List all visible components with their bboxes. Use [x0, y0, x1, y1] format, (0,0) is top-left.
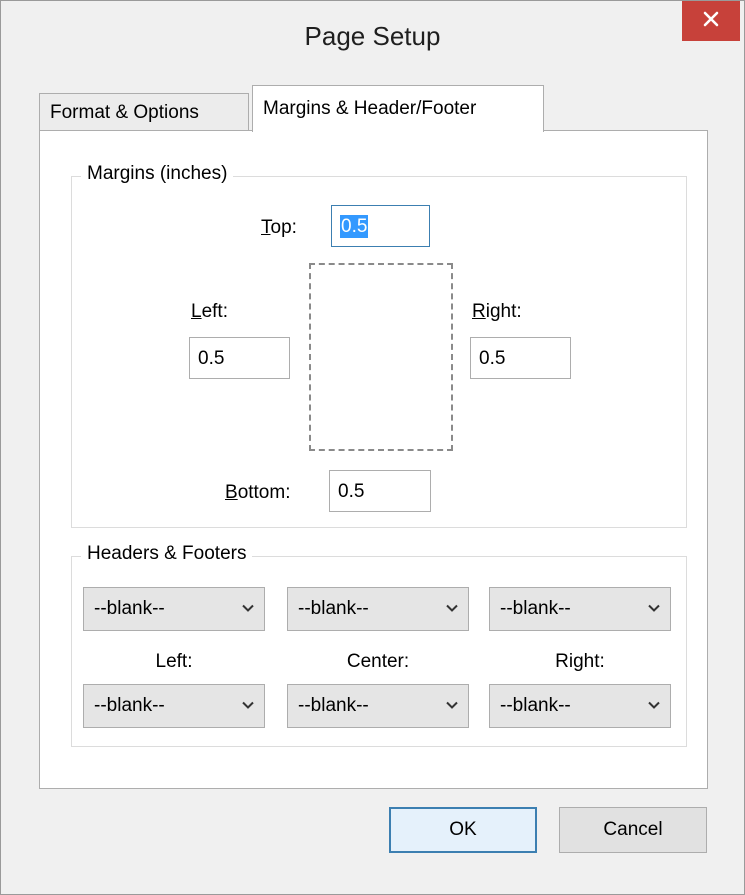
chevron-down-icon — [242, 604, 254, 612]
right-margin-input[interactable]: 0.5 — [470, 337, 571, 379]
select-value: --blank-- — [500, 695, 571, 716]
cancel-label: Cancel — [603, 819, 663, 840]
tab-format-options[interactable]: Format & Options — [39, 93, 249, 131]
footer-center-select[interactable]: --blank-- — [287, 684, 469, 728]
ok-label: OK — [449, 819, 477, 840]
select-value: --blank-- — [94, 695, 165, 716]
title-bar: Page Setup — [1, 1, 744, 79]
chevron-down-icon — [446, 604, 458, 612]
left-margin-input[interactable]: 0.5 — [189, 337, 290, 379]
bottom-label: Bottom: — [225, 482, 291, 503]
page-setup-dialog: Page Setup Format & Options Margins & He… — [0, 0, 745, 895]
right-label: Right: — [472, 301, 522, 322]
position-label-right: Right: — [555, 651, 605, 672]
headers-footers-group-title: Headers & Footers — [81, 543, 253, 565]
top-label: Top: — [261, 217, 297, 238]
header-right-select[interactable]: --blank-- — [489, 587, 671, 631]
cancel-button[interactable]: Cancel — [559, 807, 707, 853]
select-value: --blank-- — [298, 695, 369, 716]
left-label: Left: — [191, 301, 228, 322]
select-value: --blank-- — [500, 598, 571, 619]
footer-right-select[interactable]: --blank-- — [489, 684, 671, 728]
chevron-down-icon — [446, 701, 458, 709]
bottom-margin-input[interactable]: 0.5 — [329, 470, 431, 512]
tab-label: Format & Options — [50, 101, 199, 123]
header-center-select[interactable]: --blank-- — [287, 587, 469, 631]
close-button[interactable] — [682, 1, 740, 41]
page-preview — [309, 263, 453, 451]
top-margin-input[interactable]: 0.5 — [331, 205, 430, 247]
position-label-center: Center: — [346, 651, 410, 672]
close-icon — [702, 7, 720, 35]
chevron-down-icon — [648, 604, 660, 612]
window-title: Page Setup — [304, 21, 441, 51]
ok-button[interactable]: OK — [389, 807, 537, 853]
footer-left-select[interactable]: --blank-- — [83, 684, 265, 728]
chevron-down-icon — [242, 701, 254, 709]
select-value: --blank-- — [298, 598, 369, 619]
margins-group-title: Margins (inches) — [81, 163, 234, 185]
tab-margins-header-footer[interactable]: Margins & Header/Footer — [252, 85, 544, 132]
header-left-select[interactable]: --blank-- — [83, 587, 265, 631]
select-value: --blank-- — [94, 598, 165, 619]
position-label-left: Left: — [155, 651, 193, 672]
chevron-down-icon — [648, 701, 660, 709]
tab-label: Margins & Header/Footer — [263, 98, 477, 119]
